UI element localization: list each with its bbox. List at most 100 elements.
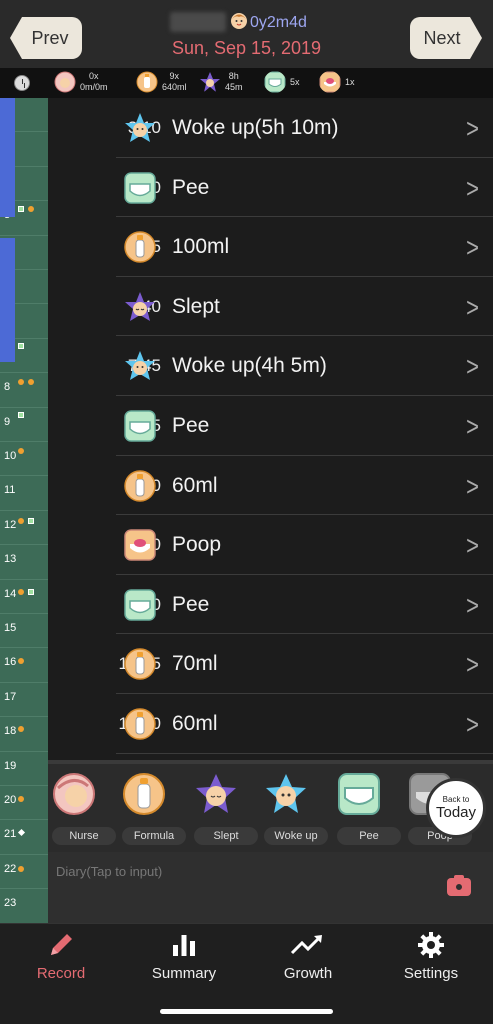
log-row[interactable]: :10Pee> bbox=[48, 158, 493, 218]
hour-label: 17 bbox=[0, 683, 48, 718]
poop-icon bbox=[319, 71, 341, 93]
tab-growth-label: Growth bbox=[283, 965, 333, 982]
quick-add-formula-button[interactable]: Formula bbox=[122, 772, 186, 845]
daily-summary-bar: 0x 0m/0m 9x 640ml 8h 45m 5x 1x bbox=[0, 68, 493, 98]
sleep-bar bbox=[0, 238, 15, 362]
chevron-right-icon: > bbox=[466, 411, 479, 442]
chevron-right-icon: > bbox=[466, 470, 479, 501]
log-label: Woke up(4h 5m) bbox=[172, 354, 327, 378]
log-label: Pee bbox=[172, 592, 210, 616]
quick-add-slept-button[interactable]: Slept bbox=[194, 772, 258, 845]
summary-slept-minutes: 45m bbox=[225, 82, 243, 92]
chevron-right-icon: > bbox=[466, 113, 479, 144]
quick-add-wake-up-label: Woke up bbox=[264, 827, 328, 845]
log-label: Slept bbox=[172, 294, 220, 318]
log-row[interactable]: :15100ml> bbox=[48, 217, 493, 277]
pee-marker bbox=[18, 412, 24, 418]
quick-add-pee-button[interactable]: Pee bbox=[337, 772, 401, 845]
wake-up-icon bbox=[124, 350, 156, 382]
tab-settings-label: Settings bbox=[403, 965, 459, 982]
pee-icon bbox=[338, 773, 380, 815]
chevron-right-icon: > bbox=[466, 530, 479, 561]
pee-marker bbox=[28, 518, 34, 524]
nurse-icon bbox=[53, 773, 95, 815]
header: Prev 0y2m4d Sun, Sep 15, 2019 Next bbox=[0, 0, 493, 68]
tab-bar: Record Summary Growth Settings bbox=[0, 923, 493, 1024]
formula-marker bbox=[18, 866, 24, 872]
chevron-right-icon: > bbox=[466, 649, 479, 680]
formula-marker bbox=[18, 658, 24, 664]
formula-icon bbox=[124, 469, 156, 502]
slept-icon bbox=[124, 291, 156, 323]
pee-marker bbox=[18, 206, 24, 212]
log-row[interactable]: 3:10Woke up(5h 10m)> bbox=[48, 98, 493, 158]
chevron-right-icon: > bbox=[466, 292, 479, 323]
formula-marker bbox=[18, 796, 24, 802]
formula-icon bbox=[136, 71, 158, 93]
formula-marker bbox=[18, 589, 24, 595]
hour-label: 10 bbox=[0, 442, 48, 477]
tab-record[interactable]: Record bbox=[1, 930, 121, 982]
summary-formula: 9x 640ml bbox=[136, 71, 187, 93]
hour-label: 16 bbox=[0, 648, 48, 683]
formula-marker bbox=[18, 448, 24, 454]
record-log-list[interactable]: 3:10Woke up(5h 10m)>:10Pee>:15100ml>:40S… bbox=[48, 98, 493, 760]
poop-marker bbox=[28, 379, 34, 385]
log-label: Woke up(5h 10m) bbox=[172, 116, 339, 139]
pee-icon bbox=[124, 410, 156, 442]
hour-label: 18 bbox=[0, 717, 48, 752]
tab-settings[interactable]: Settings bbox=[371, 930, 491, 982]
trend-line-icon bbox=[290, 935, 322, 955]
quick-add-bar: Nurse Formula Slept Woke up Pee Poop Bac… bbox=[48, 760, 493, 852]
tab-growth[interactable]: Growth bbox=[248, 930, 368, 982]
gear-icon bbox=[418, 932, 444, 958]
back-to-today-button[interactable]: Back to Today bbox=[426, 778, 486, 838]
diary-placeholder: Diary(Tap to input) bbox=[56, 864, 163, 879]
summary-poop-count: 1x bbox=[345, 76, 355, 87]
pee-marker bbox=[18, 343, 24, 349]
hour-label: 13 bbox=[0, 545, 48, 580]
log-row[interactable]: :45Pee> bbox=[48, 396, 493, 456]
log-label: Pee bbox=[172, 414, 210, 437]
tab-record-label: Record bbox=[36, 965, 86, 982]
slept-icon bbox=[196, 774, 236, 813]
row-divider bbox=[116, 752, 493, 754]
camera-icon[interactable] bbox=[447, 875, 471, 896]
back-to-today-big: Today bbox=[435, 804, 477, 821]
hour-label: 12 bbox=[0, 511, 48, 546]
formula-marker bbox=[18, 379, 24, 385]
log-row[interactable]: 12:3060ml> bbox=[48, 694, 493, 754]
pee-icon bbox=[124, 589, 156, 621]
formula-marker bbox=[28, 206, 34, 212]
log-row[interactable]: :50Poop> bbox=[48, 515, 493, 575]
next-button[interactable]: Next bbox=[410, 17, 482, 59]
log-label: 100ml bbox=[172, 235, 230, 259]
summary-nurse: 0x 0m/0m bbox=[54, 71, 108, 93]
log-row[interactable]: 9:00Pee> bbox=[48, 575, 493, 635]
clock-icon bbox=[14, 75, 30, 91]
quick-add-slept-label: Slept bbox=[194, 827, 258, 845]
formula-icon bbox=[123, 773, 165, 815]
tab-summary[interactable]: Summary bbox=[124, 930, 244, 982]
hour-timeline[interactable]: 23222120191817161514131211109876543210 bbox=[0, 98, 48, 924]
log-row[interactable]: :40Slept> bbox=[48, 277, 493, 337]
quick-add-wake-up-button[interactable]: Woke up bbox=[264, 772, 328, 845]
diary-input[interactable]: Diary(Tap to input) bbox=[48, 852, 493, 923]
tab-summary-label: Summary bbox=[151, 965, 217, 982]
log-label: Poop bbox=[172, 533, 222, 557]
baby-face-icon bbox=[231, 13, 247, 29]
log-row[interactable]: 7:45Woke up(4h 5m)> bbox=[48, 336, 493, 396]
formula-icon bbox=[124, 648, 156, 681]
chevron-right-icon: > bbox=[466, 351, 479, 382]
log-label: Pee bbox=[172, 175, 210, 199]
log-row[interactable]: 8:0060ml> bbox=[48, 456, 493, 516]
summary-nurse-duration: 0m/0m bbox=[80, 82, 108, 92]
hour-label: 8 bbox=[0, 373, 48, 408]
home-indicator bbox=[160, 1009, 333, 1014]
quick-add-nurse-button[interactable]: Nurse bbox=[52, 772, 116, 845]
log-row[interactable]: 10:4570ml> bbox=[48, 634, 493, 694]
baby-name-blurred bbox=[170, 12, 226, 32]
pee-icon bbox=[264, 71, 286, 93]
formula-icon bbox=[124, 231, 156, 263]
summary-formula-volume: 640ml bbox=[162, 82, 187, 92]
